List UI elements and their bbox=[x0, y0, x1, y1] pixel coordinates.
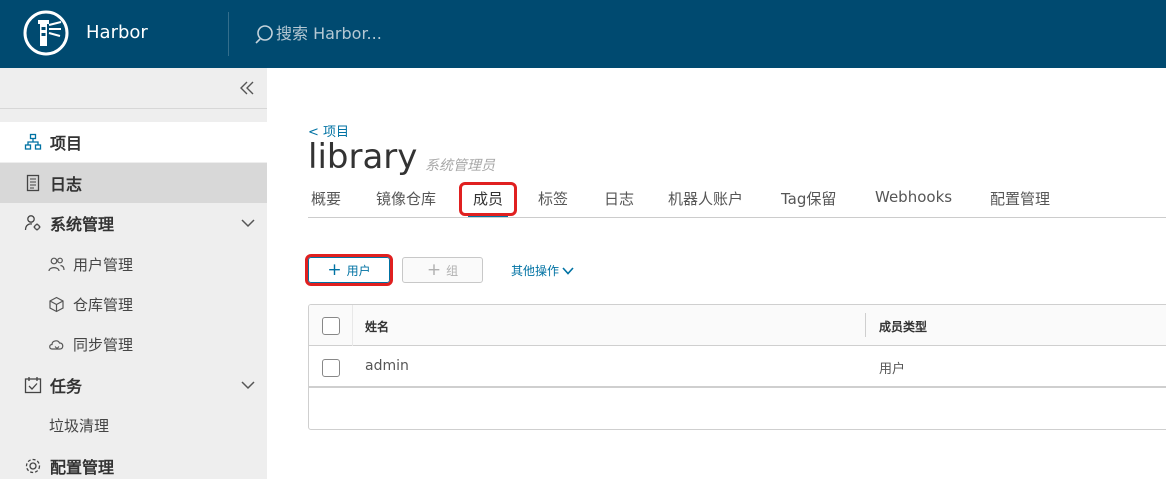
project-tabs: 概要 镜像仓库 成员 标签 日志 机器人账户 Tag保留 Webhooks 配置… bbox=[308, 180, 1166, 218]
cloud-sync-icon bbox=[49, 339, 64, 350]
sidebar-item-system-admin[interactable]: 系统管理 bbox=[0, 203, 267, 243]
tab-webhooks[interactable]: Webhooks bbox=[875, 188, 952, 206]
members-tab-highlight bbox=[459, 182, 517, 216]
plus-icon: + bbox=[426, 259, 442, 280]
sidebar-item-label: 用户管理 bbox=[73, 255, 134, 274]
app-title[interactable]: Harbor bbox=[86, 22, 148, 43]
members-table: 姓名 成员类型 admin 用户 bbox=[308, 304, 1166, 430]
sidebar-item-tasks[interactable]: 任务 bbox=[0, 365, 267, 405]
collapse-double-chevron-icon[interactable] bbox=[238, 79, 256, 97]
chevron-down-icon[interactable] bbox=[241, 378, 255, 392]
tab-repositories[interactable]: 镜像仓库 bbox=[376, 188, 436, 209]
sidebar-item-label: 任务 bbox=[50, 377, 83, 396]
cube-icon bbox=[49, 296, 64, 312]
users-icon bbox=[48, 257, 65, 271]
sidebar-collapse-bar bbox=[0, 68, 267, 109]
column-separator[interactable] bbox=[865, 313, 866, 337]
column-separator bbox=[352, 305, 353, 346]
header-divider bbox=[228, 12, 229, 56]
sidebar-item-label: 仓库管理 bbox=[73, 295, 134, 314]
sidebar-item-replication[interactable]: 同步管理 bbox=[0, 324, 267, 364]
add-group-button[interactable]: + 组 bbox=[402, 257, 483, 283]
gear-icon bbox=[25, 458, 41, 474]
row-checkbox[interactable] bbox=[322, 359, 340, 377]
sidebar-item-user-management[interactable]: 用户管理 bbox=[0, 244, 267, 284]
harbor-logo-icon[interactable] bbox=[23, 10, 69, 56]
top-header: Harbor bbox=[0, 0, 1166, 68]
tab-labels[interactable]: 标签 bbox=[538, 188, 568, 209]
logs-document-icon bbox=[26, 174, 40, 192]
search-input[interactable] bbox=[276, 20, 576, 46]
sidebar-item-configuration[interactable]: 配置管理 bbox=[0, 446, 267, 479]
sidebar-item-label: 日志 bbox=[50, 175, 83, 194]
user-gear-icon bbox=[24, 215, 41, 231]
tab-robot-accounts[interactable]: 机器人账户 bbox=[668, 188, 743, 209]
tab-configuration[interactable]: 配置管理 bbox=[990, 188, 1050, 209]
search-icon bbox=[255, 25, 273, 44]
page-title: library bbox=[308, 137, 418, 177]
sidebar-item-label: 系统管理 bbox=[50, 215, 115, 234]
chevron-down-icon[interactable] bbox=[241, 216, 255, 230]
more-actions-dropdown[interactable]: 其他操作 bbox=[511, 262, 574, 279]
member-name-cell: admin bbox=[365, 358, 409, 374]
table-row[interactable]: admin 用户 bbox=[309, 346, 1166, 388]
sidebar-item-logs[interactable]: 日志 bbox=[0, 163, 267, 203]
chevron-down-icon bbox=[562, 266, 574, 275]
sidebar-item-garbage-collection[interactable]: 垃圾清理 bbox=[0, 405, 267, 445]
tab-summary[interactable]: 概要 bbox=[311, 188, 341, 209]
role-subtitle: 系统管理员 bbox=[425, 158, 495, 174]
add-user-highlight bbox=[305, 254, 393, 286]
column-header-member-type[interactable]: 成员类型 bbox=[879, 318, 927, 335]
sidebar-item-label: 同步管理 bbox=[73, 335, 134, 354]
table-header: 姓名 成员类型 bbox=[309, 305, 1166, 346]
sidebar-item-registry-management[interactable]: 仓库管理 bbox=[0, 284, 267, 324]
member-type-cell: 用户 bbox=[879, 362, 906, 377]
select-all-checkbox[interactable] bbox=[322, 317, 340, 335]
tab-tag-retention[interactable]: Tag保留 bbox=[781, 188, 836, 209]
sidebar-item-label: 项目 bbox=[50, 134, 83, 153]
add-group-label: 组 bbox=[446, 263, 459, 278]
sidebar-item-label: 垃圾清理 bbox=[49, 416, 110, 435]
tab-logs[interactable]: 日志 bbox=[604, 188, 634, 209]
column-header-name[interactable]: 姓名 bbox=[365, 318, 389, 335]
calendar-check-icon bbox=[24, 377, 42, 394]
sidebar: 项目 日志 系统管理 用户管理 仓库管理 同步管理 任务 垃圾清理 配置管理 bbox=[0, 68, 267, 479]
project-tree-icon bbox=[24, 133, 42, 150]
more-actions-label: 其他操作 bbox=[511, 264, 560, 278]
sidebar-item-label: 配置管理 bbox=[50, 458, 115, 477]
sidebar-item-projects[interactable]: 项目 bbox=[0, 122, 267, 162]
